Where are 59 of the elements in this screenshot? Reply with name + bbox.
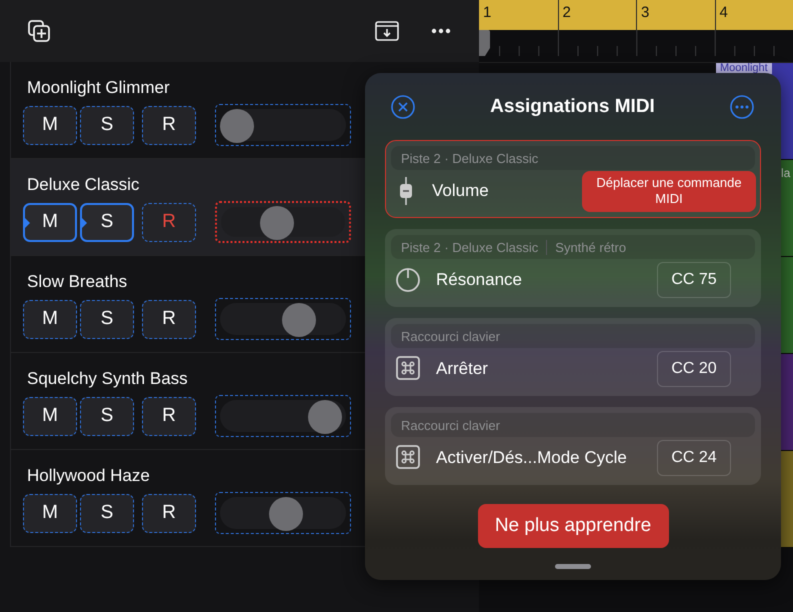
track-toggle-button[interactable]: S [80,106,134,144]
track-toggle-button[interactable]: R [142,494,196,532]
bar-number: 2 [562,4,571,21]
bar-number: 3 [641,4,650,21]
move-hint: Déplacer une commande MIDI [582,170,756,212]
track-toggle-button[interactable]: M [23,300,77,338]
cc-button[interactable]: CC 20 [657,351,731,387]
assigned-marker-icon [81,216,87,228]
cc-button[interactable]: CC 75 [657,262,731,298]
volume-slider[interactable] [215,104,351,146]
region-name: Moonlight [716,63,772,74]
assignment-card[interactable]: Raccourci clavier Activer/Dés...Mode Cycle CC 24 [385,407,761,485]
assignment-card[interactable]: Piste 2 · Deluxe Classic Volume Déplacer une commande MIDI [385,140,761,218]
slider-thumb[interactable] [308,400,342,434]
slider-thumb[interactable] [260,206,294,240]
command-key-icon [396,355,420,383]
volume-slider[interactable] [215,395,351,437]
slider-thumb[interactable] [282,303,316,337]
region-name: la [781,166,792,180]
slider-thumb[interactable] [220,109,254,143]
add-track-icon[interactable] [27,19,51,43]
assigned-marker-icon [24,216,30,228]
track-toggle-button[interactable]: R [142,202,196,242]
track-toggle-button[interactable]: S [80,396,134,436]
track-toggle-button[interactable]: S [80,202,134,242]
track-toggle-button[interactable]: S [80,494,134,532]
volume-slider[interactable] [215,492,351,534]
track-name: Squelchy Synth Bass [27,369,188,388]
track-name: Moonlight Glimmer [27,78,170,97]
track-toggle-button[interactable]: S [80,300,134,338]
bar-number: 1 [483,4,492,21]
track-name: Slow Breaths [27,272,128,291]
slider-thumb[interactable] [269,497,304,531]
context-label: Synthé rétro [555,240,626,254]
track-toggle-button[interactable]: R [142,106,196,144]
knob-icon [396,266,420,294]
volume-slider[interactable] [215,298,351,340]
assignment-card[interactable]: Piste 2 · Deluxe Classic Synthé rétro Résonance CC 75 [385,229,761,307]
track-toggle-button[interactable]: M [23,202,77,242]
bar-number: 4 [720,4,728,21]
stop-learning-button[interactable]: Ne plus apprendre [478,504,668,548]
ruler-bar[interactable]: 1 2 3 4 [479,0,793,30]
cc-button[interactable]: CC 24 [657,440,731,476]
track-name: Deluxe Classic [27,175,140,194]
grabber-handle[interactable] [555,564,591,569]
track-toggle-button[interactable]: M [23,396,77,436]
track-toggle-button[interactable]: M [23,494,77,532]
close-icon[interactable] [391,94,415,118]
popover-title: Assignations MIDI [490,96,655,118]
volume-slider[interactable] [215,201,351,243]
more-icon[interactable] [431,28,451,34]
assignment-card[interactable]: Raccourci clavier Arrêter CC 20 [385,318,761,396]
command-key-icon [396,444,420,472]
track-toggle-button[interactable]: R [142,300,196,338]
download-icon[interactable] [375,21,399,41]
playhead-icon[interactable] [479,30,490,56]
track-name: Hollywood Haze [27,466,150,485]
track-toggle-button[interactable]: M [23,106,77,144]
track-toggle-button[interactable]: R [142,396,196,436]
